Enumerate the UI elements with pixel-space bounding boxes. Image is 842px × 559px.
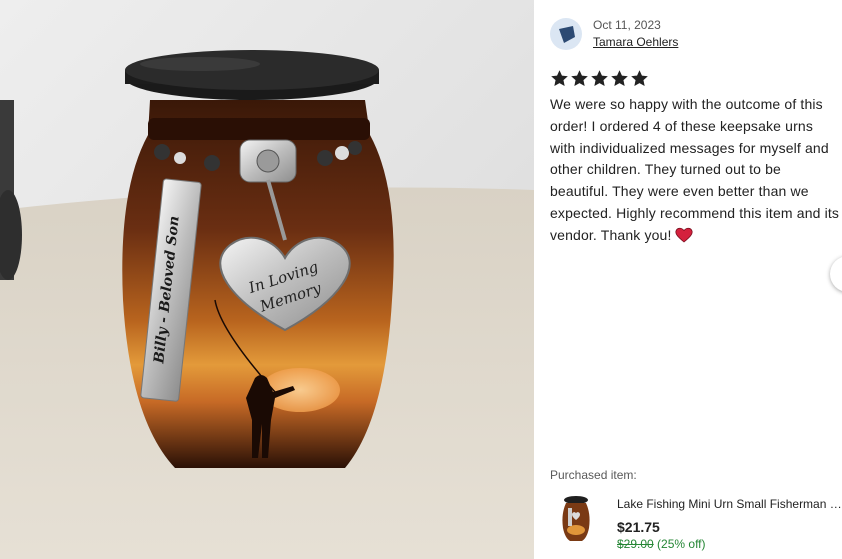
item-price: $21.75: [617, 519, 660, 535]
star-icon: [631, 70, 648, 87]
avatar[interactable]: [550, 18, 582, 50]
discount-badge: (25% off): [657, 537, 706, 551]
star-icon: [551, 70, 568, 87]
purchased-item[interactable]: Lake Fishing Mini Urn Small Fisherman Ke…: [560, 494, 842, 551]
purchased-item-label: Purchased item:: [550, 468, 637, 482]
item-info: Lake Fishing Mini Urn Small Fisherman Ke…: [617, 496, 842, 552]
reviewer-meta: Oct 11, 2023 Tamara Oehlers: [593, 17, 678, 50]
star-icon: [611, 70, 628, 87]
urn-thumbnail-icon: [562, 496, 590, 541]
review-photo[interactable]: Billy - Beloved Son In Loving Memory: [0, 0, 534, 559]
next-photo-button[interactable]: [830, 256, 842, 292]
reviewer-header: Oct 11, 2023 Tamara Oehlers: [550, 18, 678, 50]
star-icon: [591, 70, 608, 87]
original-price: $29.00: [617, 537, 654, 551]
urn-photo-illustration: Billy - Beloved Son In Loving Memory: [0, 0, 534, 559]
reviewer-name-link[interactable]: Tamara Oehlers: [593, 34, 678, 50]
user-avatar-icon: [559, 26, 575, 43]
item-thumbnail[interactable]: [560, 494, 592, 544]
star-rating: [550, 69, 649, 88]
review-text-block: We were so happy with the outcome of thi…: [550, 94, 842, 250]
review-panel: Oct 11, 2023 Tamara Oehlers We were so h…: [534, 0, 842, 559]
red-heart-icon: [674, 227, 693, 250]
review-text: We were so happy with the outcome of thi…: [550, 96, 840, 243]
price-row: $29.00 (25% off): [617, 537, 842, 552]
review-date: Oct 11, 2023: [593, 18, 661, 32]
star-icon: [571, 70, 588, 87]
item-title-link[interactable]: Lake Fishing Mini Urn Small Fisherman Ke…: [617, 496, 842, 512]
